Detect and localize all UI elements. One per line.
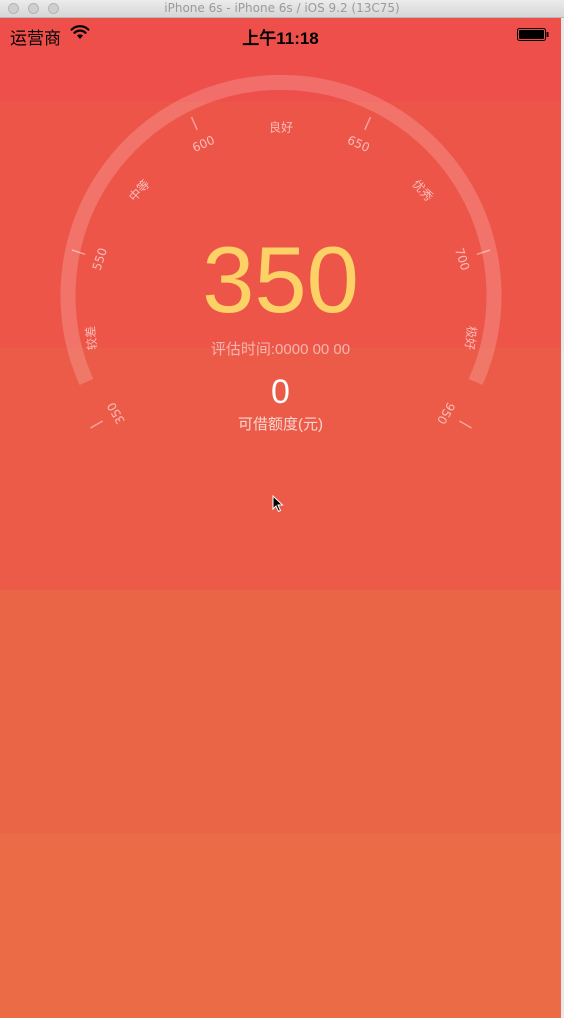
gauge-scale-label: 优秀 bbox=[409, 177, 435, 204]
gauge-tick bbox=[364, 116, 372, 131]
phone-screen: 运营商 上午11:18 350 较差 550 中等 600 良好 650 优秀 700 极好 950… bbox=[0, 18, 561, 1018]
gauge-scale-label: 中等 bbox=[125, 176, 152, 204]
simulator-window: iPhone 6s - iPhone 6s / iOS 9.2 (13C75) … bbox=[0, 0, 564, 1018]
credit-limit-label: 可借额度(元) bbox=[238, 416, 323, 433]
gauge-scale-label: 650 bbox=[345, 133, 372, 155]
gauge-tick bbox=[190, 116, 198, 131]
simulator-titlebar: iPhone 6s - iPhone 6s / iOS 9.2 (13C75) bbox=[0, 0, 564, 18]
credit-score-value: 350 bbox=[202, 227, 359, 332]
gauge-scale-label: 良好 bbox=[269, 120, 293, 135]
window-title: iPhone 6s - iPhone 6s / iOS 9.2 (13C75) bbox=[164, 1, 400, 15]
mouse-cursor-icon bbox=[272, 495, 284, 513]
evaluation-time: 评估时间:0000 00 00 bbox=[210, 341, 351, 358]
gauge-scale-label: 600 bbox=[190, 133, 217, 155]
credit-limit-value: 0 bbox=[271, 373, 290, 411]
